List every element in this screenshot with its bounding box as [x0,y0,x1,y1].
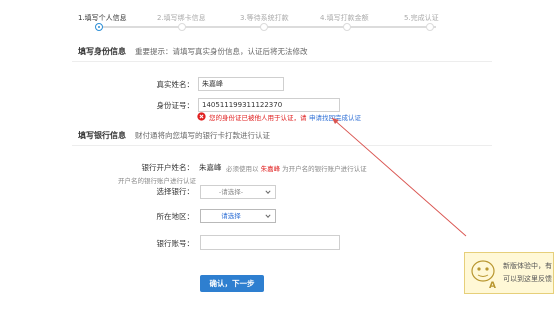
holder-note-name: 朱嘉峰 [260,165,281,173]
holder-note-prefix: 必须使用以 [226,165,259,173]
chevron-down-icon [265,190,271,194]
error-text: 您的身份证已被他人用于认证，请 [209,114,307,122]
real-name-field[interactable]: 朱嘉峰 [198,77,284,91]
step-2-dot [178,23,186,31]
bank-select[interactable]: -请选择- [200,185,276,199]
next-step-button[interactable]: 确认，下一步 [200,275,264,292]
step-3-dot [260,23,268,31]
account-number-field[interactable] [200,235,340,250]
step-1-dot [95,23,103,31]
bank-section-title: 填写银行信息 [78,131,126,140]
annotation-arrow [331,117,467,237]
step-5-dot [426,23,434,31]
account-number-label: 银行账号： [156,239,195,248]
bank-section-hint: 财付通将向您填写的银行卡打款进行认证 [135,131,270,140]
region-select-label: 所在地区： [156,212,195,221]
account-holder-name: 朱嘉峰 [199,163,222,172]
chevron-down-icon [265,214,271,218]
identity-section-hint: 重要提示：请填写真实身份信息，认证后将无法修改 [135,47,308,56]
step-3-label: 3.等待系统打款 [240,14,289,22]
identity-divider [72,61,492,62]
feedback-line-2: 可以到这里反馈 [503,275,552,283]
real-name-label: 真实姓名： [156,80,195,89]
svg-text:A: A [489,281,496,290]
step-4-dot [343,23,351,31]
account-holder-note-2: 开户名的银行账户进行认证 [118,177,196,185]
region-select-value: 请选择 [221,212,241,220]
feedback-widget[interactable]: A 新版体验中，有 可以到这里反馈 [464,252,554,294]
feedback-line-1: 新版体验中，有 [503,262,552,270]
step-2-label: 2.填写绑卡信息 [157,14,206,22]
bank-select-label: 选择银行： [156,187,195,196]
id-number-field[interactable]: 140511199311122370 [198,98,340,112]
account-holder-label: 银行开户姓名： [141,163,195,172]
step-4-label: 4.填写打款金额 [320,14,369,22]
bank-select-value: -请选择- [218,188,244,196]
step-1-label: 1.填写个人信息 [78,14,127,22]
id-number-label: 身份证号： [156,101,195,110]
region-select[interactable]: 请选择 [200,209,276,223]
identity-section-title: 填写身份信息 [78,47,126,56]
error-icon [197,112,206,121]
step-5-label: 5.完成认证 [404,14,439,22]
mascot-icon: A [471,260,496,290]
